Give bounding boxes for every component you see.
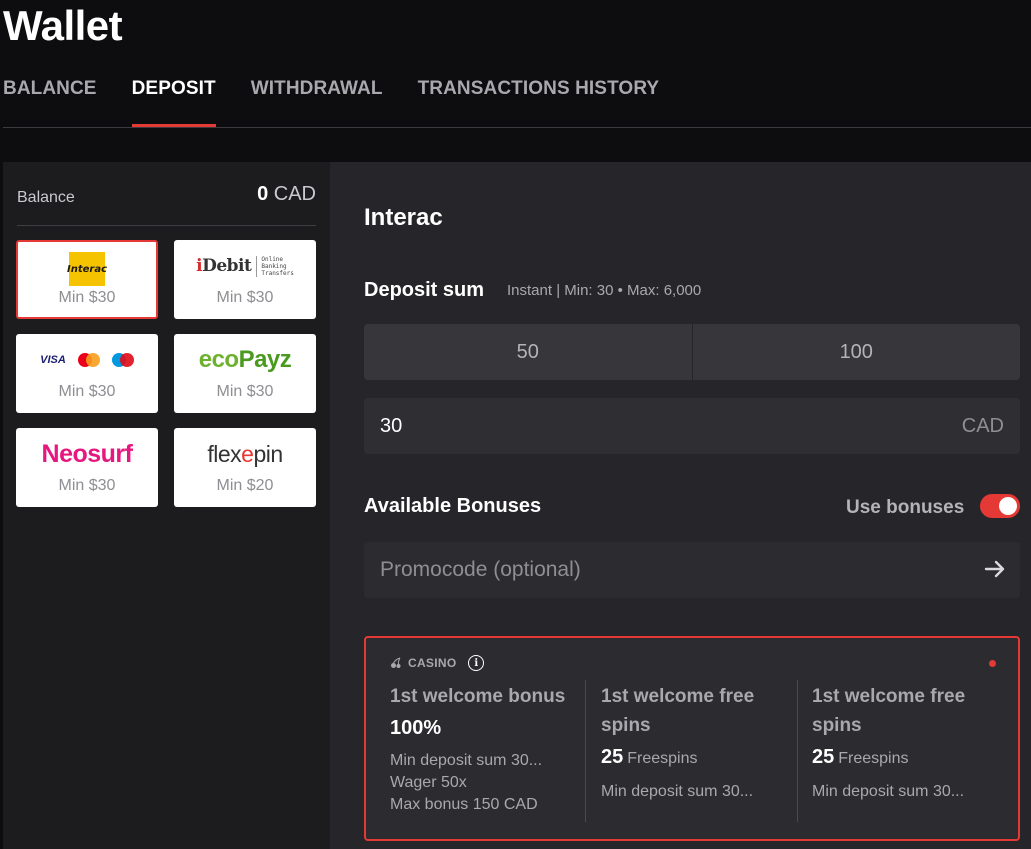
bonus-item: 1st welcome free spins 25 Freespins Min d…	[601, 682, 787, 803]
bonus-title: 1st welcome free spins	[601, 686, 755, 736]
bonus-divider	[585, 680, 586, 822]
bonus-term: Min deposit sum 30...	[601, 783, 754, 800]
payment-method-grid: Interac Min $30 iDebit Online Banking Tran…	[16, 240, 318, 507]
bonus-divider	[797, 680, 798, 822]
tab-transactions-history[interactable]: TRANSACTIONS HISTORY	[418, 78, 660, 128]
tab-deposit[interactable]: DEPOSIT	[131, 78, 216, 128]
balance-row: Balance 0 CAD	[17, 182, 316, 226]
bonus-category-label: CASINO	[408, 656, 457, 670]
bonus-item: 1st welcome free spins 25 Freespins Min d…	[812, 682, 998, 803]
bonus-value: 25 Freespins	[812, 746, 909, 768]
bonus-title: 1st welcome free spins	[812, 686, 966, 736]
quick-amount-50[interactable]: 50	[364, 324, 692, 380]
cherry-icon	[391, 657, 401, 668]
quick-amount-100[interactable]: 100	[691, 324, 1021, 380]
balance-label: Balance	[17, 189, 75, 206]
maestro-icon	[111, 353, 134, 367]
use-bonuses-label: Use bonuses	[846, 497, 965, 518]
amount-field: CAD	[364, 398, 1020, 454]
bonus-value: 25 Freespins	[601, 746, 698, 768]
quick-amounts: 50 100	[364, 324, 1020, 380]
cards-logo: VISA	[18, 346, 156, 374]
wallet-tabs: BALANCE DEPOSIT WITHDRAWAL TRANSACTIONS …	[3, 78, 694, 128]
bonus-term: Min deposit sum 30...	[812, 783, 965, 800]
tabs-divider	[3, 127, 1031, 128]
method-min: Min $30	[216, 289, 274, 306]
method-title: Interac	[364, 204, 443, 231]
bonus-term: Max bonus 150 CAD	[390, 796, 538, 813]
bonus-terms: Min deposit sum 30... Wager 50x Max bonu…	[390, 750, 576, 816]
payment-methods-panel: Balance 0 CAD Interac Min $30 iDebit Onl…	[3, 162, 330, 849]
method-min: Min $30	[216, 383, 274, 400]
available-bonuses-label: Available Bonuses	[364, 495, 542, 517]
interac-logo: Interac	[18, 252, 156, 286]
arrow-right-icon[interactable]	[982, 556, 1008, 582]
method-cards[interactable]: VISA Min $30	[16, 334, 158, 413]
method-min: Min $30	[58, 383, 116, 400]
method-idebit[interactable]: iDebit Online Banking Transfers Min $30	[174, 240, 316, 319]
method-interac[interactable]: Interac Min $30	[16, 240, 158, 319]
bonus-category: CASINO i	[390, 655, 485, 671]
method-ecopayz[interactable]: ecoPayz Min $30	[174, 334, 316, 413]
bonus-item: 1st welcome bonus 100% Min deposit sum 3…	[390, 682, 576, 816]
wallet-page: Wallet BALANCE DEPOSIT WITHDRAWAL TRANSA…	[0, 0, 1031, 849]
use-bonuses-toggle[interactable]	[980, 494, 1020, 518]
balance-amount: 0	[257, 183, 269, 205]
selected-dot	[989, 660, 996, 667]
deposit-sum-info: Instant | Min: 30 • Max: 6,000	[507, 282, 702, 299]
bonus-term: Wager 50x	[390, 774, 467, 791]
balance-value: 0 CAD	[257, 183, 316, 206]
page-title: Wallet	[3, 2, 123, 49]
method-min: Min $20	[216, 477, 274, 494]
bonus-unit: Freespins	[838, 750, 909, 767]
bonus-unit: Freespins	[627, 750, 698, 767]
method-neosurf[interactable]: Neosurf Min $30	[16, 428, 158, 507]
method-min: Min $30	[58, 289, 116, 306]
ecopayz-logo: ecoPayz	[198, 346, 292, 373]
idebit-logo: iDebit Online Banking Transfers	[196, 255, 294, 277]
bonus-value: 100%	[390, 717, 442, 739]
flexepin-logo: flexepin	[207, 440, 283, 467]
bonus-card[interactable]: CASINO i 1st welcome bonus 100% Min depo…	[364, 636, 1020, 841]
amount-input[interactable]	[364, 398, 924, 454]
neosurf-logo: Neosurf	[41, 439, 133, 468]
promocode-input[interactable]	[364, 542, 954, 598]
tab-withdrawal[interactable]: WITHDRAWAL	[251, 78, 383, 128]
deposit-sum-label: Deposit sum	[364, 279, 485, 301]
amount-currency: CAD	[961, 415, 1004, 437]
bonus-title: 1st welcome bonus	[390, 686, 566, 707]
info-icon[interactable]: i	[468, 655, 485, 671]
method-min: Min $30	[58, 477, 116, 494]
toggle-knob	[999, 497, 1017, 515]
bonus-term: Min deposit sum 30...	[390, 752, 543, 769]
balance-currency: CAD	[273, 183, 316, 205]
method-flexepin[interactable]: flexepin Min $20	[174, 428, 316, 507]
deposit-panel: Interac Deposit sum Instant | Min: 30 • …	[330, 162, 1031, 849]
promocode-field	[364, 542, 1020, 598]
visa-icon: VISA	[40, 354, 66, 366]
tab-balance[interactable]: BALANCE	[3, 78, 97, 128]
mastercard-icon	[77, 353, 100, 367]
